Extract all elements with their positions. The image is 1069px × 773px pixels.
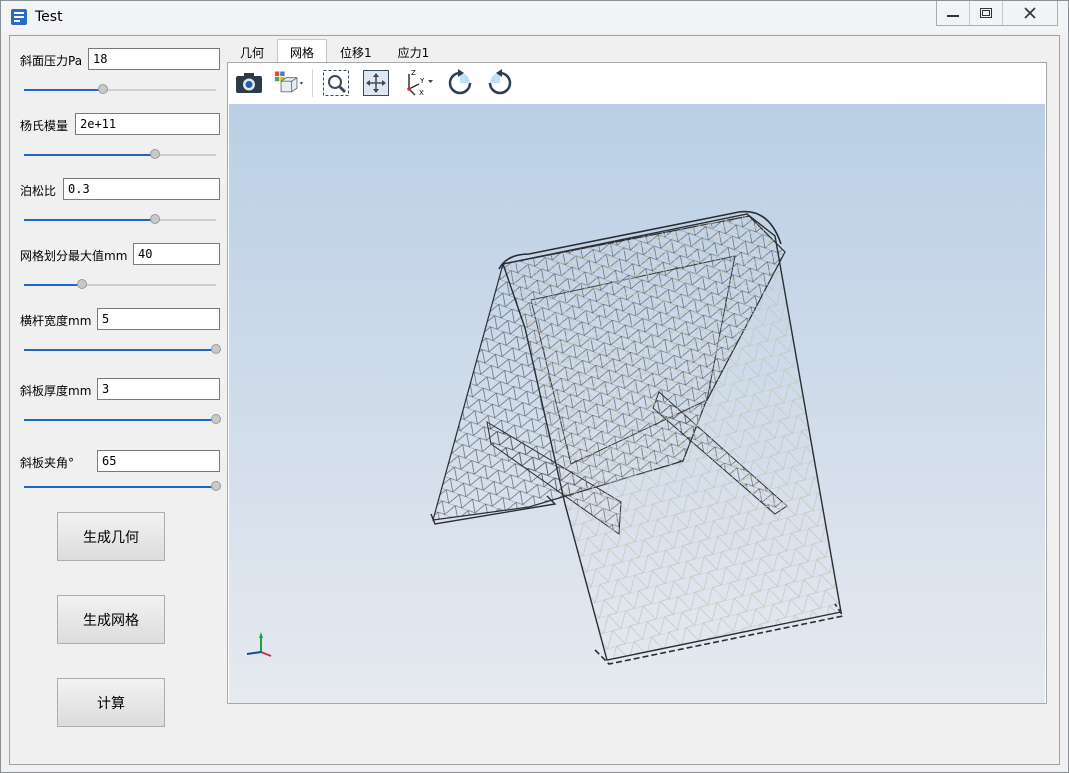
window-controls: [936, 1, 1058, 26]
param-label: 斜板厚度mm: [20, 384, 92, 398]
slider-thumb[interactable]: [97, 84, 108, 94]
rotate-ccw-button[interactable]: [485, 68, 515, 98]
tab-geometry[interactable]: 几何: [227, 39, 277, 64]
title-bar[interactable]: Test: [1, 1, 1068, 33]
rotate-ccw-icon: [488, 69, 512, 95]
plate-thickness-slider[interactable]: [24, 414, 221, 426]
axes-orientation-button[interactable]: ZYX: [401, 68, 435, 98]
close-icon: [1024, 7, 1036, 19]
mesh-model: [246, 210, 845, 665]
slider-thumb[interactable]: [76, 279, 87, 289]
bar-width-input[interactable]: [97, 308, 220, 330]
param-mesh-max: 网格划分最大值mm: [20, 243, 220, 303]
app-logo-icon: [11, 9, 27, 25]
pressure-input[interactable]: [88, 48, 220, 70]
tab-mesh[interactable]: 网格: [277, 39, 328, 64]
svg-text:X: X: [419, 89, 424, 97]
screenshot-button[interactable]: [234, 68, 264, 98]
generate-geometry-button[interactable]: 生成几何: [57, 512, 165, 561]
mesh-max-input[interactable]: [133, 243, 220, 265]
minimize-button[interactable]: [937, 1, 969, 25]
camera-icon: [236, 73, 262, 93]
3d-viewport[interactable]: [229, 104, 1045, 703]
poisson-ratio-slider[interactable]: [24, 214, 216, 226]
param-youngs-modulus: 杨氏模量: [20, 113, 220, 173]
axis-triad-icon: [246, 632, 272, 657]
minimize-icon: [947, 15, 959, 17]
rotate-cw-button[interactable]: [445, 68, 475, 98]
param-label: 斜板夹角°: [20, 456, 75, 470]
close-button[interactable]: [1002, 1, 1057, 25]
main-area: 斜面压力Pa 杨氏模量 泊松比 网格划分最大值mm 横杆宽度mm 斜板厚度mm: [9, 35, 1060, 765]
param-poisson-ratio: 泊松比: [20, 178, 220, 238]
param-plate-thickness: 斜板厚度mm: [20, 378, 221, 438]
mesh-panel: ZYX: [227, 62, 1047, 704]
param-label: 泊松比: [20, 184, 57, 198]
poisson-ratio-input[interactable]: [63, 178, 220, 200]
window-title: Test: [35, 9, 63, 25]
plate-angle-input[interactable]: [97, 450, 220, 472]
front-plate-mesh: [502, 213, 842, 661]
svg-text:Z: Z: [411, 69, 416, 77]
zoom-box-button[interactable]: [321, 68, 351, 98]
svg-text:Y: Y: [419, 77, 425, 85]
slider-thumb[interactable]: [211, 414, 221, 424]
compute-button[interactable]: 计算: [57, 678, 165, 727]
maximize-button[interactable]: [969, 1, 1002, 25]
param-label: 斜面压力Pa: [20, 54, 83, 68]
param-bar-width: 横杆宽度mm: [20, 308, 221, 368]
param-label: 杨氏模量: [20, 119, 69, 133]
maximize-icon: [980, 8, 992, 18]
plate-thickness-input[interactable]: [97, 378, 220, 400]
view-mode-button[interactable]: [274, 68, 304, 98]
bar-width-slider[interactable]: [24, 344, 221, 356]
view-cube-icon: [274, 71, 304, 93]
fit-all-icon: [363, 70, 389, 96]
generate-mesh-button[interactable]: 生成网格: [57, 595, 165, 644]
pressure-slider[interactable]: [24, 84, 216, 96]
tab-displacement[interactable]: 位移1: [327, 39, 385, 64]
youngs-modulus-input[interactable]: [75, 113, 220, 135]
axes-orientation-icon: ZYX: [407, 69, 433, 97]
tab-stress[interactable]: 应力1: [385, 39, 443, 64]
slider-thumb[interactable]: [211, 344, 221, 354]
slider-thumb[interactable]: [211, 481, 221, 491]
param-label: 网格划分最大值mm: [20, 249, 128, 263]
param-label: 横杆宽度mm: [20, 314, 92, 328]
plate-angle-slider[interactable]: [24, 481, 221, 493]
app-window: Test 斜面压力Pa 杨氏模量 泊松比: [0, 0, 1069, 773]
fit-all-button[interactable]: [361, 68, 391, 98]
youngs-modulus-slider[interactable]: [24, 149, 216, 161]
zoom-box-icon: [323, 70, 349, 96]
param-plate-angle: 斜板夹角°: [20, 450, 221, 510]
viewer-toolbar: ZYX: [228, 63, 1046, 103]
rotate-cw-icon: [448, 69, 472, 95]
toolbar-separator: [312, 69, 313, 97]
slider-thumb[interactable]: [149, 214, 160, 224]
result-tabs: 几何 网格 位移1 应力1: [227, 39, 443, 64]
slider-thumb[interactable]: [149, 149, 160, 159]
param-pressure: 斜面压力Pa: [20, 48, 220, 108]
mesh-max-slider[interactable]: [24, 279, 216, 291]
